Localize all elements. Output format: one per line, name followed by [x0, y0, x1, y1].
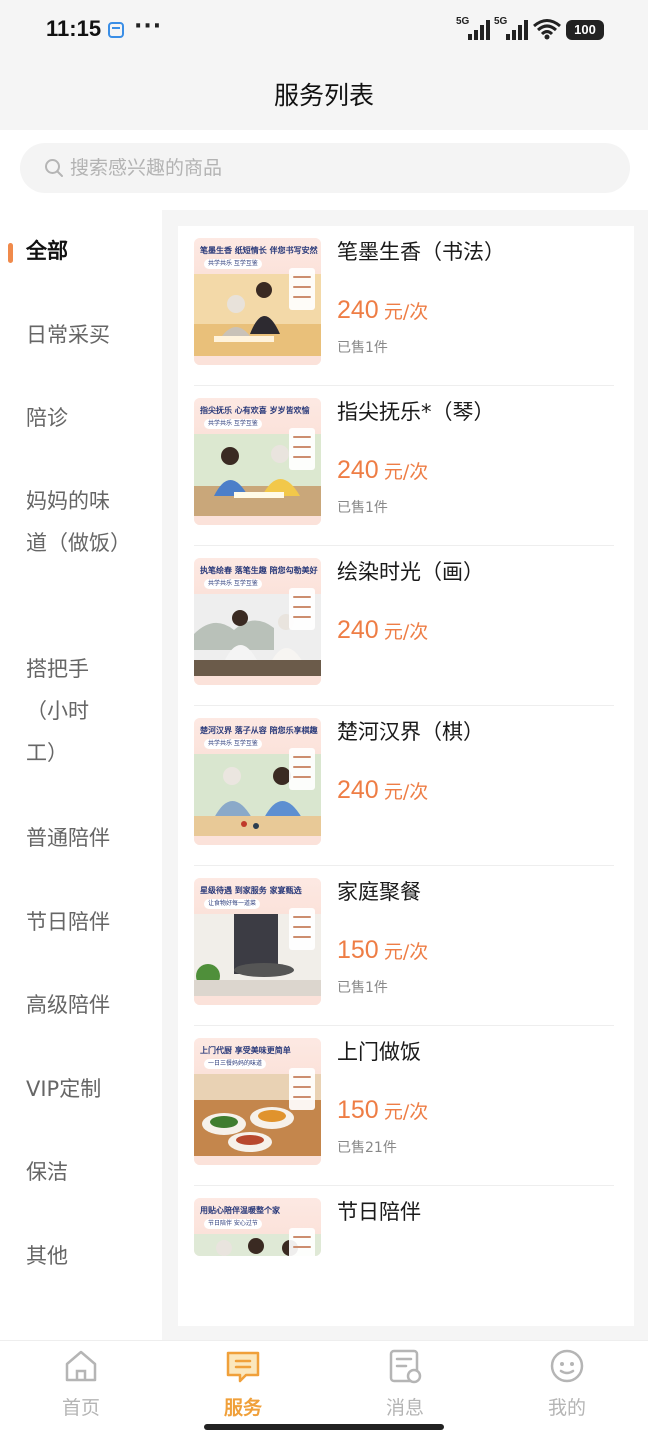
category-vip-custom[interactable]: VIP定制 — [26, 1068, 136, 1110]
product-name: 上门做饭 — [337, 1040, 421, 1064]
product-price: 240 元/次 — [337, 616, 429, 644]
category-regular-companion[interactable]: 普通陪伴 — [26, 817, 136, 859]
product-card-family-dinner[interactable]: 星级待遇 到家服务 家宴甄选 让食物好每一道菜 家庭聚餐 150 元/次 已售1… — [178, 866, 634, 1026]
product-price: 150 元/次 — [337, 1096, 429, 1124]
product-image: 笔墨生香 纸短情长 伴您书写安然 共学共乐 互学互鉴 — [194, 238, 321, 365]
battery-icon: 100 — [566, 20, 604, 40]
active-category-marker — [8, 243, 13, 263]
product-name: 笔墨生香（书法） — [337, 240, 505, 264]
product-card-calligraphy[interactable]: 笔墨生香 纸短情长 伴您书写安然 共学共乐 互学互鉴 笔墨生香（书法） 240 … — [178, 226, 634, 386]
product-price: 240 元/次 — [337, 776, 429, 804]
wifi-icon — [533, 19, 561, 40]
product-card-music[interactable]: 指尖抚乐 心有欢喜 岁岁皆欢愉 共学共乐 互学互鉴 指尖抚乐*（琴） 240 元… — [178, 386, 634, 546]
product-image: 指尖抚乐 心有欢喜 岁岁皆欢愉 共学共乐 互学互鉴 — [194, 398, 321, 525]
product-price: 150 元/次 — [337, 936, 429, 964]
product-name: 楚河汉界（棋） — [337, 720, 484, 744]
product-image: 星级待遇 到家服务 家宴甄选 让食物好每一道菜 — [194, 878, 321, 1005]
product-price: 240 元/次 — [337, 456, 429, 484]
product-name: 绘染时光（画） — [337, 560, 484, 584]
tab-home[interactable]: 首页 — [0, 1341, 162, 1440]
category-medical-escort[interactable]: 陪诊 — [26, 397, 136, 439]
category-daily-shopping[interactable]: 日常采买 — [26, 314, 136, 356]
product-name: 家庭聚餐 — [337, 880, 421, 904]
search-icon — [45, 159, 63, 177]
more-notifications-icon: ··· — [134, 14, 163, 39]
product-name: 节日陪伴 — [337, 1200, 421, 1224]
category-other[interactable]: 其他 — [26, 1235, 136, 1277]
product-card-home-cooking[interactable]: 上门代厨 享受美味更简单 一日三餐妈妈的味道 上门做饭 150 元/次 已售21… — [178, 1026, 634, 1186]
product-image: 楚河汉界 落子从容 陪您乐享棋趣 共学共乐 互学互鉴 — [194, 718, 321, 845]
status-time: 11:15 — [46, 16, 102, 41]
product-sold-count: 已售1件 — [337, 340, 388, 356]
tab-profile[interactable]: 我的 — [486, 1341, 648, 1440]
search-input[interactable] — [70, 143, 590, 193]
product-card-holiday-companion[interactable]: 用贴心陪伴温暖整个家 节日陪伴 安心过节 节日陪伴 — [178, 1186, 634, 1326]
product-sold-count: 已售1件 — [337, 500, 388, 516]
category-holiday-companion[interactable]: 节日陪伴 — [26, 901, 136, 943]
category-premium-companion[interactable]: 高级陪伴 — [26, 984, 136, 1026]
notification-app-icon — [108, 22, 124, 38]
product-image: 上门代厨 享受美味更简单 一日三餐妈妈的味道 — [194, 1038, 321, 1165]
category-sidebar: 全部 日常采买 陪诊 妈妈的味道（做饭） 搭把手（小时工） 普通陪伴 节日陪伴 … — [0, 210, 162, 1340]
home-indicator — [204, 1424, 444, 1430]
category-cleaning[interactable]: 保洁 — [26, 1151, 136, 1193]
category-home-cooking[interactable]: 妈妈的味道（做饭） — [26, 480, 131, 564]
cellular-signal-icon: 5G — [456, 16, 490, 40]
product-price: 240 元/次 — [337, 296, 429, 324]
product-sold-count: 已售1件 — [337, 980, 388, 996]
search-box[interactable] — [20, 143, 630, 193]
product-sold-count: 已售21件 — [337, 1140, 397, 1156]
product-list: 笔墨生香 纸短情长 伴您书写安然 共学共乐 互学互鉴 笔墨生香（书法） 240 … — [178, 226, 634, 1326]
page-title: 服务列表 — [273, 81, 374, 110]
header: 服务列表 — [0, 62, 648, 130]
category-hourly-helper[interactable]: 搭把手（小时工） — [26, 648, 108, 774]
product-image: 用贴心陪伴温暖整个家 节日陪伴 安心过节 — [194, 1198, 321, 1256]
product-card-chess[interactable]: 楚河汉界 落子从容 陪您乐享棋趣 共学共乐 互学互鉴 楚河汉界（棋） 240 元… — [178, 706, 634, 866]
cellular-signal-icon-2: 5G — [494, 16, 528, 40]
search-bar — [0, 130, 648, 210]
product-name: 指尖抚乐*（琴） — [337, 400, 495, 424]
profile-icon — [550, 1349, 584, 1383]
service-icon — [226, 1351, 260, 1383]
status-bar: 11:15 ··· 5G 5G 100 — [0, 0, 648, 62]
product-card-painting[interactable]: 执笔绘春 落笔生趣 陪您勾勒美好 共学共乐 互学互鉴 绘染时光（画） 240 元… — [178, 546, 634, 706]
message-icon — [389, 1349, 422, 1384]
category-all[interactable]: 全部 — [26, 230, 136, 272]
home-icon — [65, 1350, 97, 1382]
product-image: 执笔绘春 落笔生趣 陪您勾勒美好 共学共乐 互学互鉴 — [194, 558, 321, 685]
